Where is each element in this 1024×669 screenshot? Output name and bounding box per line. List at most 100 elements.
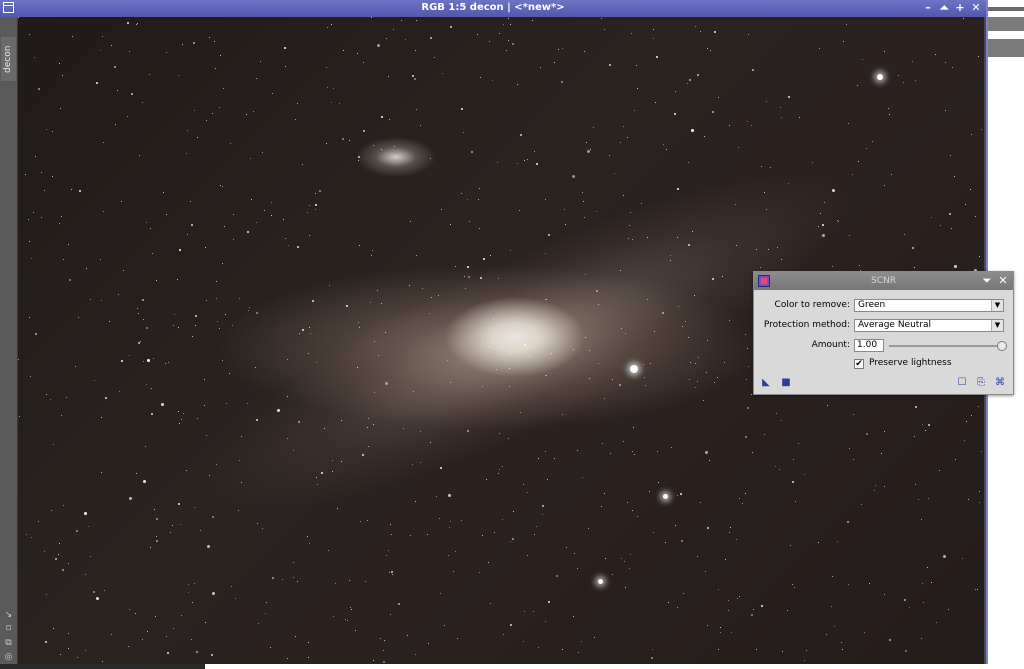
star: [634, 454, 635, 455]
star: [586, 142, 587, 143]
star: [853, 414, 854, 415]
shade-dialog-button[interactable]: ⏷: [980, 274, 994, 288]
star: [508, 438, 509, 439]
star: [256, 78, 257, 79]
star: [427, 534, 428, 535]
amount-slider[interactable]: [889, 345, 1002, 347]
close-dialog-button[interactable]: ✕: [996, 274, 1010, 288]
star: [77, 657, 78, 658]
star: [688, 337, 689, 338]
clone-icon[interactable]: ⧉: [3, 638, 14, 649]
star: [231, 586, 232, 587]
star: [61, 415, 62, 416]
star: [554, 458, 555, 459]
star: [166, 636, 167, 637]
star: [315, 209, 316, 210]
star: [142, 299, 144, 301]
minimize-button[interactable]: –: [921, 1, 935, 15]
star: [493, 319, 494, 320]
star: [921, 519, 922, 520]
star: [572, 175, 575, 178]
star: [114, 66, 116, 68]
star: [187, 130, 188, 131]
star: [297, 246, 299, 248]
star: [620, 142, 621, 143]
star: [483, 258, 485, 260]
star: [253, 111, 254, 112]
star: [717, 377, 718, 378]
bright-star: [877, 74, 883, 80]
fit-icon[interactable]: ⌑: [3, 624, 14, 635]
star: [819, 48, 820, 49]
star: [927, 567, 928, 568]
browse-docs-icon[interactable]: ☐: [957, 378, 967, 388]
star: [345, 619, 346, 620]
star: [26, 534, 27, 535]
star: [33, 212, 34, 213]
star: [138, 313, 139, 314]
star: [629, 568, 630, 569]
star: [146, 222, 147, 223]
star: [718, 589, 719, 590]
star: [447, 360, 448, 361]
star: [788, 183, 789, 184]
star: [562, 48, 563, 49]
star: [156, 536, 157, 537]
amount-input[interactable]: 1.00: [854, 339, 884, 352]
star: [46, 594, 47, 595]
star: [688, 244, 690, 246]
star: [542, 505, 544, 507]
star: [831, 606, 832, 607]
protection-method-select[interactable]: Average Neutral ▼: [854, 319, 1004, 332]
view-side-panel: decon ↘ ⌑ ⧉ ◎: [0, 17, 18, 664]
new-instance-icon[interactable]: ◣: [761, 378, 771, 388]
star: [766, 209, 767, 210]
star: [18, 359, 19, 360]
close-button[interactable]: ✕: [969, 1, 983, 15]
apply-global-icon[interactable]: ■: [781, 378, 791, 388]
star: [206, 300, 207, 301]
star: [846, 24, 847, 25]
star: [90, 556, 91, 557]
target-icon[interactable]: ◎: [3, 652, 14, 663]
star: [212, 592, 215, 595]
star: [398, 603, 400, 605]
star: [624, 561, 625, 562]
preserve-lightness-checkbox[interactable]: ✔: [854, 359, 864, 369]
maximize-button[interactable]: +: [953, 1, 967, 15]
resize-icon[interactable]: ↘: [3, 610, 14, 621]
star: [416, 255, 417, 256]
star: [370, 302, 371, 303]
star: [590, 149, 591, 150]
star: [981, 451, 982, 452]
star: [707, 625, 708, 626]
star: [948, 609, 949, 610]
star: [536, 163, 538, 165]
scnr-titlebar[interactable]: SCNR ⏷ ✕: [754, 272, 1013, 290]
view-id-tab[interactable]: decon: [1, 37, 16, 81]
star: [464, 276, 465, 277]
star: [350, 607, 351, 608]
shade-button[interactable]: ⏶: [937, 1, 951, 15]
star: [889, 639, 891, 641]
preview-icon[interactable]: ⎘: [976, 378, 986, 388]
window-title: RGB 1:5 decon | <*new*>: [421, 2, 565, 13]
star: [637, 516, 638, 517]
star: [612, 574, 613, 575]
star: [861, 504, 862, 505]
amount-slider-handle[interactable]: [997, 341, 1007, 351]
star: [136, 473, 137, 474]
star: [312, 300, 314, 302]
star: [884, 51, 885, 52]
star: [848, 123, 849, 124]
star: [88, 526, 89, 527]
star: [804, 474, 805, 475]
reset-icon[interactable]: ⌘: [995, 378, 1005, 388]
star: [641, 203, 642, 204]
star: [657, 451, 658, 452]
star: [41, 217, 42, 218]
star: [671, 447, 672, 448]
window-titlebar[interactable]: RGB 1:5 decon | <*new*> – ⏶ + ✕: [0, 0, 986, 17]
color-to-remove-select[interactable]: Green ▼: [854, 299, 1004, 312]
star: [748, 34, 749, 35]
